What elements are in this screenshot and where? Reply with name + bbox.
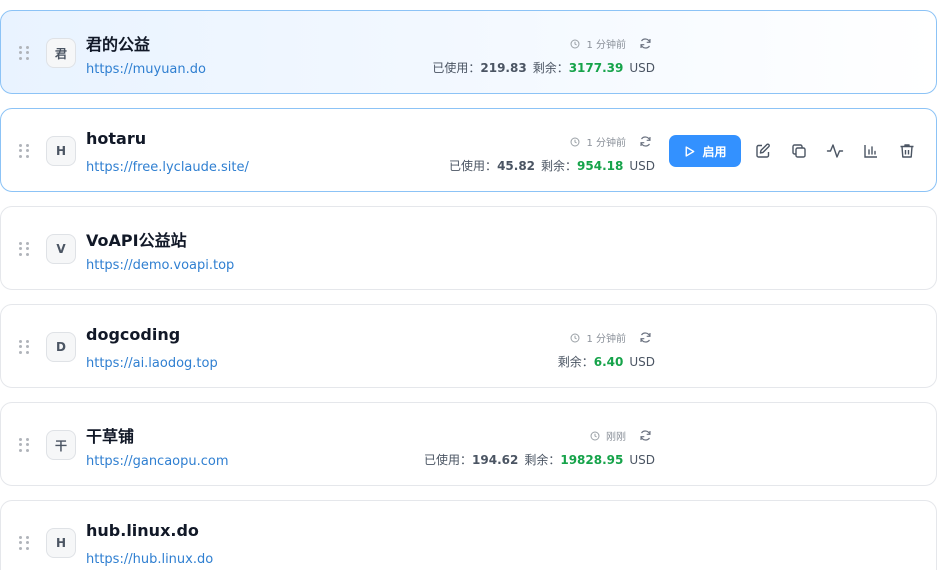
usage-line: 剩余：6.40 USD xyxy=(558,353,655,370)
update-time-text: 1 分钟前 xyxy=(586,40,626,51)
site-url[interactable]: https://hub.linux.do xyxy=(86,552,213,567)
site-url[interactable]: https://muyuan.do xyxy=(86,62,206,77)
edit-icon[interactable] xyxy=(754,142,772,160)
site-card[interactable]: V VoAPI公益站 https://demo.voapi.top xyxy=(0,206,937,290)
clock-icon xyxy=(590,431,600,440)
copy-icon[interactable] xyxy=(790,142,808,160)
site-name: hub.linux.do xyxy=(86,521,199,540)
usage-line: 已使用：194.62 剩余：19828.95 USD xyxy=(424,451,655,468)
drag-handle-icon[interactable] xyxy=(19,536,29,550)
site-name: dogcoding xyxy=(86,325,181,344)
site-url[interactable]: https://gancaopu.com xyxy=(86,454,229,469)
usage-line: 已使用：45.82 剩余：954.18 USD xyxy=(449,157,655,174)
remaining-value: 3177.39 xyxy=(568,61,624,75)
avatar: 君 xyxy=(46,38,76,68)
site-name: VoAPI公益站 xyxy=(86,231,187,250)
update-time-text: 刚刚 xyxy=(606,432,626,443)
refresh-icon[interactable] xyxy=(639,135,652,148)
drag-handle-icon[interactable] xyxy=(19,438,29,452)
avatar: D xyxy=(46,332,76,362)
drag-handle-icon[interactable] xyxy=(19,144,29,158)
site-card[interactable]: 君 君的公益 https://muyuan.do 1 分钟前 已使用：219.8… xyxy=(0,10,937,94)
currency: USD xyxy=(629,159,655,173)
site-card[interactable]: D dogcoding https://ai.laodog.top 1 分钟前 … xyxy=(0,304,937,388)
site-name: 君的公益 xyxy=(86,35,151,54)
currency: USD xyxy=(629,453,655,467)
avatar: 干 xyxy=(46,430,76,460)
currency: USD xyxy=(629,355,655,369)
remaining-value: 19828.95 xyxy=(560,453,624,467)
enable-button[interactable]: 启用 xyxy=(669,135,741,167)
update-time: 1 分钟前 xyxy=(570,36,626,51)
site-card[interactable]: 干 干草铺 https://gancaopu.com 刚刚 已使用：194.62… xyxy=(0,402,937,486)
bar-chart-icon[interactable] xyxy=(862,142,880,160)
remaining-value: 954.18 xyxy=(577,159,624,173)
used-value: 219.83 xyxy=(480,61,527,75)
remaining-label: 剩余： xyxy=(524,453,561,467)
site-card[interactable]: H hub.linux.do https://hub.linux.do xyxy=(0,500,937,570)
site-url[interactable]: https://free.lyclaude.site/ xyxy=(86,160,249,175)
refresh-icon[interactable] xyxy=(639,331,652,344)
used-label: 已使用： xyxy=(432,61,481,75)
used-label: 已使用： xyxy=(449,159,498,173)
drag-handle-icon[interactable] xyxy=(19,46,29,60)
update-time-text: 1 分钟前 xyxy=(586,138,626,149)
site-name: 干草铺 xyxy=(86,427,135,446)
remaining-label: 剩余： xyxy=(532,61,569,75)
avatar: H xyxy=(46,528,76,558)
used-label: 已使用： xyxy=(424,453,473,467)
play-icon xyxy=(686,145,695,157)
trash-icon[interactable] xyxy=(898,142,916,160)
site-url[interactable]: https://ai.laodog.top xyxy=(86,356,218,371)
site-card[interactable]: H hotaru https://free.lyclaude.site/ 1 分… xyxy=(0,108,937,192)
activity-icon[interactable] xyxy=(826,142,844,160)
update-time: 刚刚 xyxy=(590,428,626,443)
refresh-icon[interactable] xyxy=(639,429,652,442)
drag-handle-icon[interactable] xyxy=(19,340,29,354)
enable-label: 启用 xyxy=(702,144,727,159)
refresh-icon[interactable] xyxy=(639,37,652,50)
drag-handle-icon[interactable] xyxy=(19,242,29,256)
clock-icon xyxy=(570,137,580,146)
used-value: 194.62 xyxy=(472,453,519,467)
clock-icon xyxy=(570,333,580,342)
update-time: 1 分钟前 xyxy=(570,134,626,149)
update-time-text: 1 分钟前 xyxy=(586,334,626,345)
currency: USD xyxy=(629,61,655,75)
remaining-label: 剩余： xyxy=(541,159,578,173)
site-name: hotaru xyxy=(86,129,147,148)
site-url[interactable]: https://demo.voapi.top xyxy=(86,258,234,273)
update-time: 1 分钟前 xyxy=(570,330,626,345)
avatar: H xyxy=(46,136,76,166)
used-value: 45.82 xyxy=(497,159,536,173)
avatar: V xyxy=(46,234,76,264)
remaining-label: 剩余： xyxy=(557,355,594,369)
clock-icon xyxy=(570,39,580,48)
usage-line: 已使用：219.83 剩余：3177.39 USD xyxy=(432,59,655,76)
remaining-value: 6.40 xyxy=(593,355,624,369)
